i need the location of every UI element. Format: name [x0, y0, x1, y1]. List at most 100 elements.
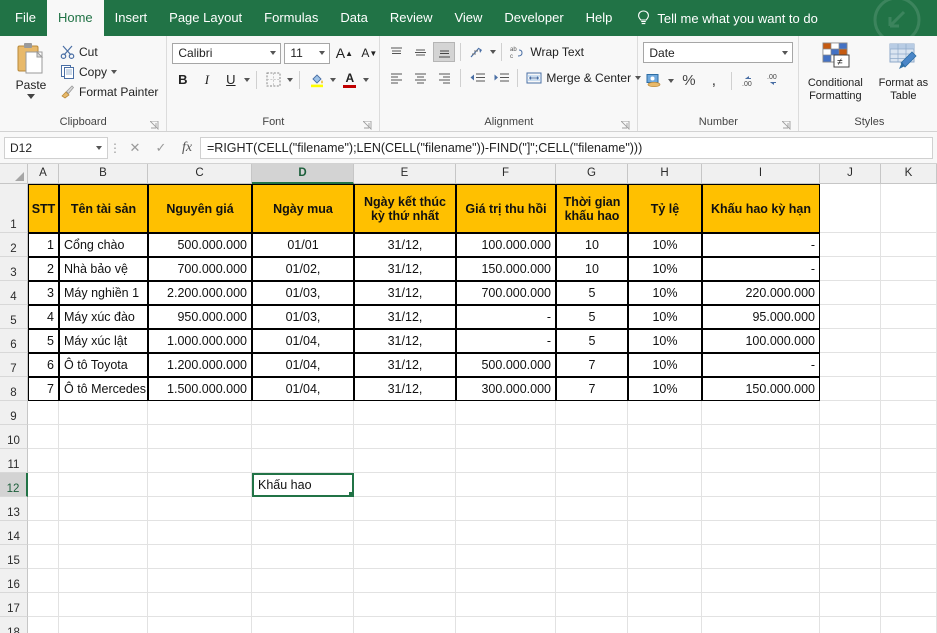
cell-b10[interactable]	[59, 425, 148, 449]
cell-k14[interactable]	[881, 521, 937, 545]
cell-d10[interactable]	[252, 425, 354, 449]
cell-a17[interactable]	[28, 593, 59, 617]
align-center-button[interactable]	[409, 68, 431, 88]
cell-e16[interactable]	[354, 569, 456, 593]
cell-k4[interactable]	[881, 281, 937, 305]
cell-f14[interactable]	[456, 521, 556, 545]
cell-a8[interactable]: 7	[28, 377, 59, 401]
col-header-g[interactable]: G	[556, 164, 628, 184]
cell-g18[interactable]	[556, 617, 628, 633]
cell-j2[interactable]	[820, 233, 881, 257]
cell-g13[interactable]	[556, 497, 628, 521]
cell-c3[interactable]: 700.000.000	[148, 257, 252, 281]
cell-k6[interactable]	[881, 329, 937, 353]
decrease-decimal-button[interactable]: .00	[764, 70, 785, 91]
col-header-k[interactable]: K	[881, 164, 937, 184]
cell-i9[interactable]	[702, 401, 820, 425]
cell-c16[interactable]	[148, 569, 252, 593]
accounting-format-button[interactable]	[643, 70, 664, 91]
cell-i17[interactable]	[702, 593, 820, 617]
underline-button[interactable]: U	[220, 69, 241, 90]
borders-button[interactable]	[263, 69, 284, 90]
cell-j15[interactable]	[820, 545, 881, 569]
font-size-combo[interactable]: 11	[284, 43, 330, 64]
cell-a3[interactable]: 2	[28, 257, 59, 281]
fill-color-button[interactable]	[306, 69, 327, 90]
cell-e18[interactable]	[354, 617, 456, 633]
alignment-dialog-launcher-icon[interactable]	[621, 121, 630, 130]
cell-e9[interactable]	[354, 401, 456, 425]
cell-e10[interactable]	[354, 425, 456, 449]
cell-g15[interactable]	[556, 545, 628, 569]
cell-g12[interactable]	[556, 473, 628, 497]
cell-j18[interactable]	[820, 617, 881, 633]
align-right-button[interactable]	[433, 68, 455, 88]
align-middle-button[interactable]	[409, 42, 431, 62]
font-size-dropdown-arrow[interactable]	[319, 51, 325, 55]
cell-h14[interactable]	[628, 521, 702, 545]
cell-f10[interactable]	[456, 425, 556, 449]
row-header-12[interactable]: 12	[0, 473, 28, 497]
align-bottom-button[interactable]	[433, 42, 455, 62]
cell-i5[interactable]: 95.000.000	[702, 305, 820, 329]
cell-c5[interactable]: 950.000.000	[148, 305, 252, 329]
cell-g16[interactable]	[556, 569, 628, 593]
cell-h13[interactable]	[628, 497, 702, 521]
cell-f2[interactable]: 100.000.000	[456, 233, 556, 257]
cell-i6[interactable]: 100.000.000	[702, 329, 820, 353]
cell-h16[interactable]	[628, 569, 702, 593]
col-header-e[interactable]: E	[354, 164, 456, 184]
cell-h4[interactable]: 10%	[628, 281, 702, 305]
cell-e6[interactable]: 31/12,	[354, 329, 456, 353]
cell-j4[interactable]	[820, 281, 881, 305]
cell-g5[interactable]: 5	[556, 305, 628, 329]
cell-h10[interactable]	[628, 425, 702, 449]
cell-h3[interactable]: 10%	[628, 257, 702, 281]
cell-i4[interactable]: 220.000.000	[702, 281, 820, 305]
cell-f18[interactable]	[456, 617, 556, 633]
cell-b13[interactable]	[59, 497, 148, 521]
align-top-button[interactable]	[385, 42, 407, 62]
bold-button[interactable]: B	[172, 69, 193, 90]
cell-e17[interactable]	[354, 593, 456, 617]
cell-e2[interactable]: 31/12,	[354, 233, 456, 257]
copy-dropdown-arrow[interactable]	[111, 70, 117, 74]
cell-h8[interactable]: 10%	[628, 377, 702, 401]
cell-k17[interactable]	[881, 593, 937, 617]
cell-f12[interactable]	[456, 473, 556, 497]
cell-b15[interactable]	[59, 545, 148, 569]
cell-e11[interactable]	[354, 449, 456, 473]
percent-style-button[interactable]: %	[678, 70, 699, 91]
cell-f15[interactable]	[456, 545, 556, 569]
cell-k15[interactable]	[881, 545, 937, 569]
row-header-10[interactable]: 10	[0, 425, 28, 449]
orientation-dropdown-arrow[interactable]	[490, 50, 496, 54]
cell-f4[interactable]: 700.000.000	[456, 281, 556, 305]
enter-formula-button[interactable]: ✓	[148, 137, 174, 159]
cell-h2[interactable]: 10%	[628, 233, 702, 257]
cell-f13[interactable]	[456, 497, 556, 521]
name-box[interactable]: D12	[4, 137, 108, 159]
accounting-dropdown-arrow[interactable]	[668, 79, 674, 83]
name-box-dropdown-arrow[interactable]	[96, 146, 102, 150]
cell-k18[interactable]	[881, 617, 937, 633]
cell-h12[interactable]	[628, 473, 702, 497]
cell-c9[interactable]	[148, 401, 252, 425]
cell-e14[interactable]	[354, 521, 456, 545]
cell-j9[interactable]	[820, 401, 881, 425]
cell-k16[interactable]	[881, 569, 937, 593]
cell-i3[interactable]: -	[702, 257, 820, 281]
cell-i16[interactable]	[702, 569, 820, 593]
cell-g17[interactable]	[556, 593, 628, 617]
cell-a2[interactable]: 1	[28, 233, 59, 257]
cell-e13[interactable]	[354, 497, 456, 521]
cell-d16[interactable]	[252, 569, 354, 593]
cell-b9[interactable]	[59, 401, 148, 425]
cell-h6[interactable]: 10%	[628, 329, 702, 353]
cell-c18[interactable]	[148, 617, 252, 633]
cell-c10[interactable]	[148, 425, 252, 449]
cell-j13[interactable]	[820, 497, 881, 521]
cell-b2[interactable]: Cổng chào	[59, 233, 148, 257]
font-dialog-launcher-icon[interactable]	[363, 121, 372, 130]
tab-review[interactable]: Review	[379, 0, 444, 36]
